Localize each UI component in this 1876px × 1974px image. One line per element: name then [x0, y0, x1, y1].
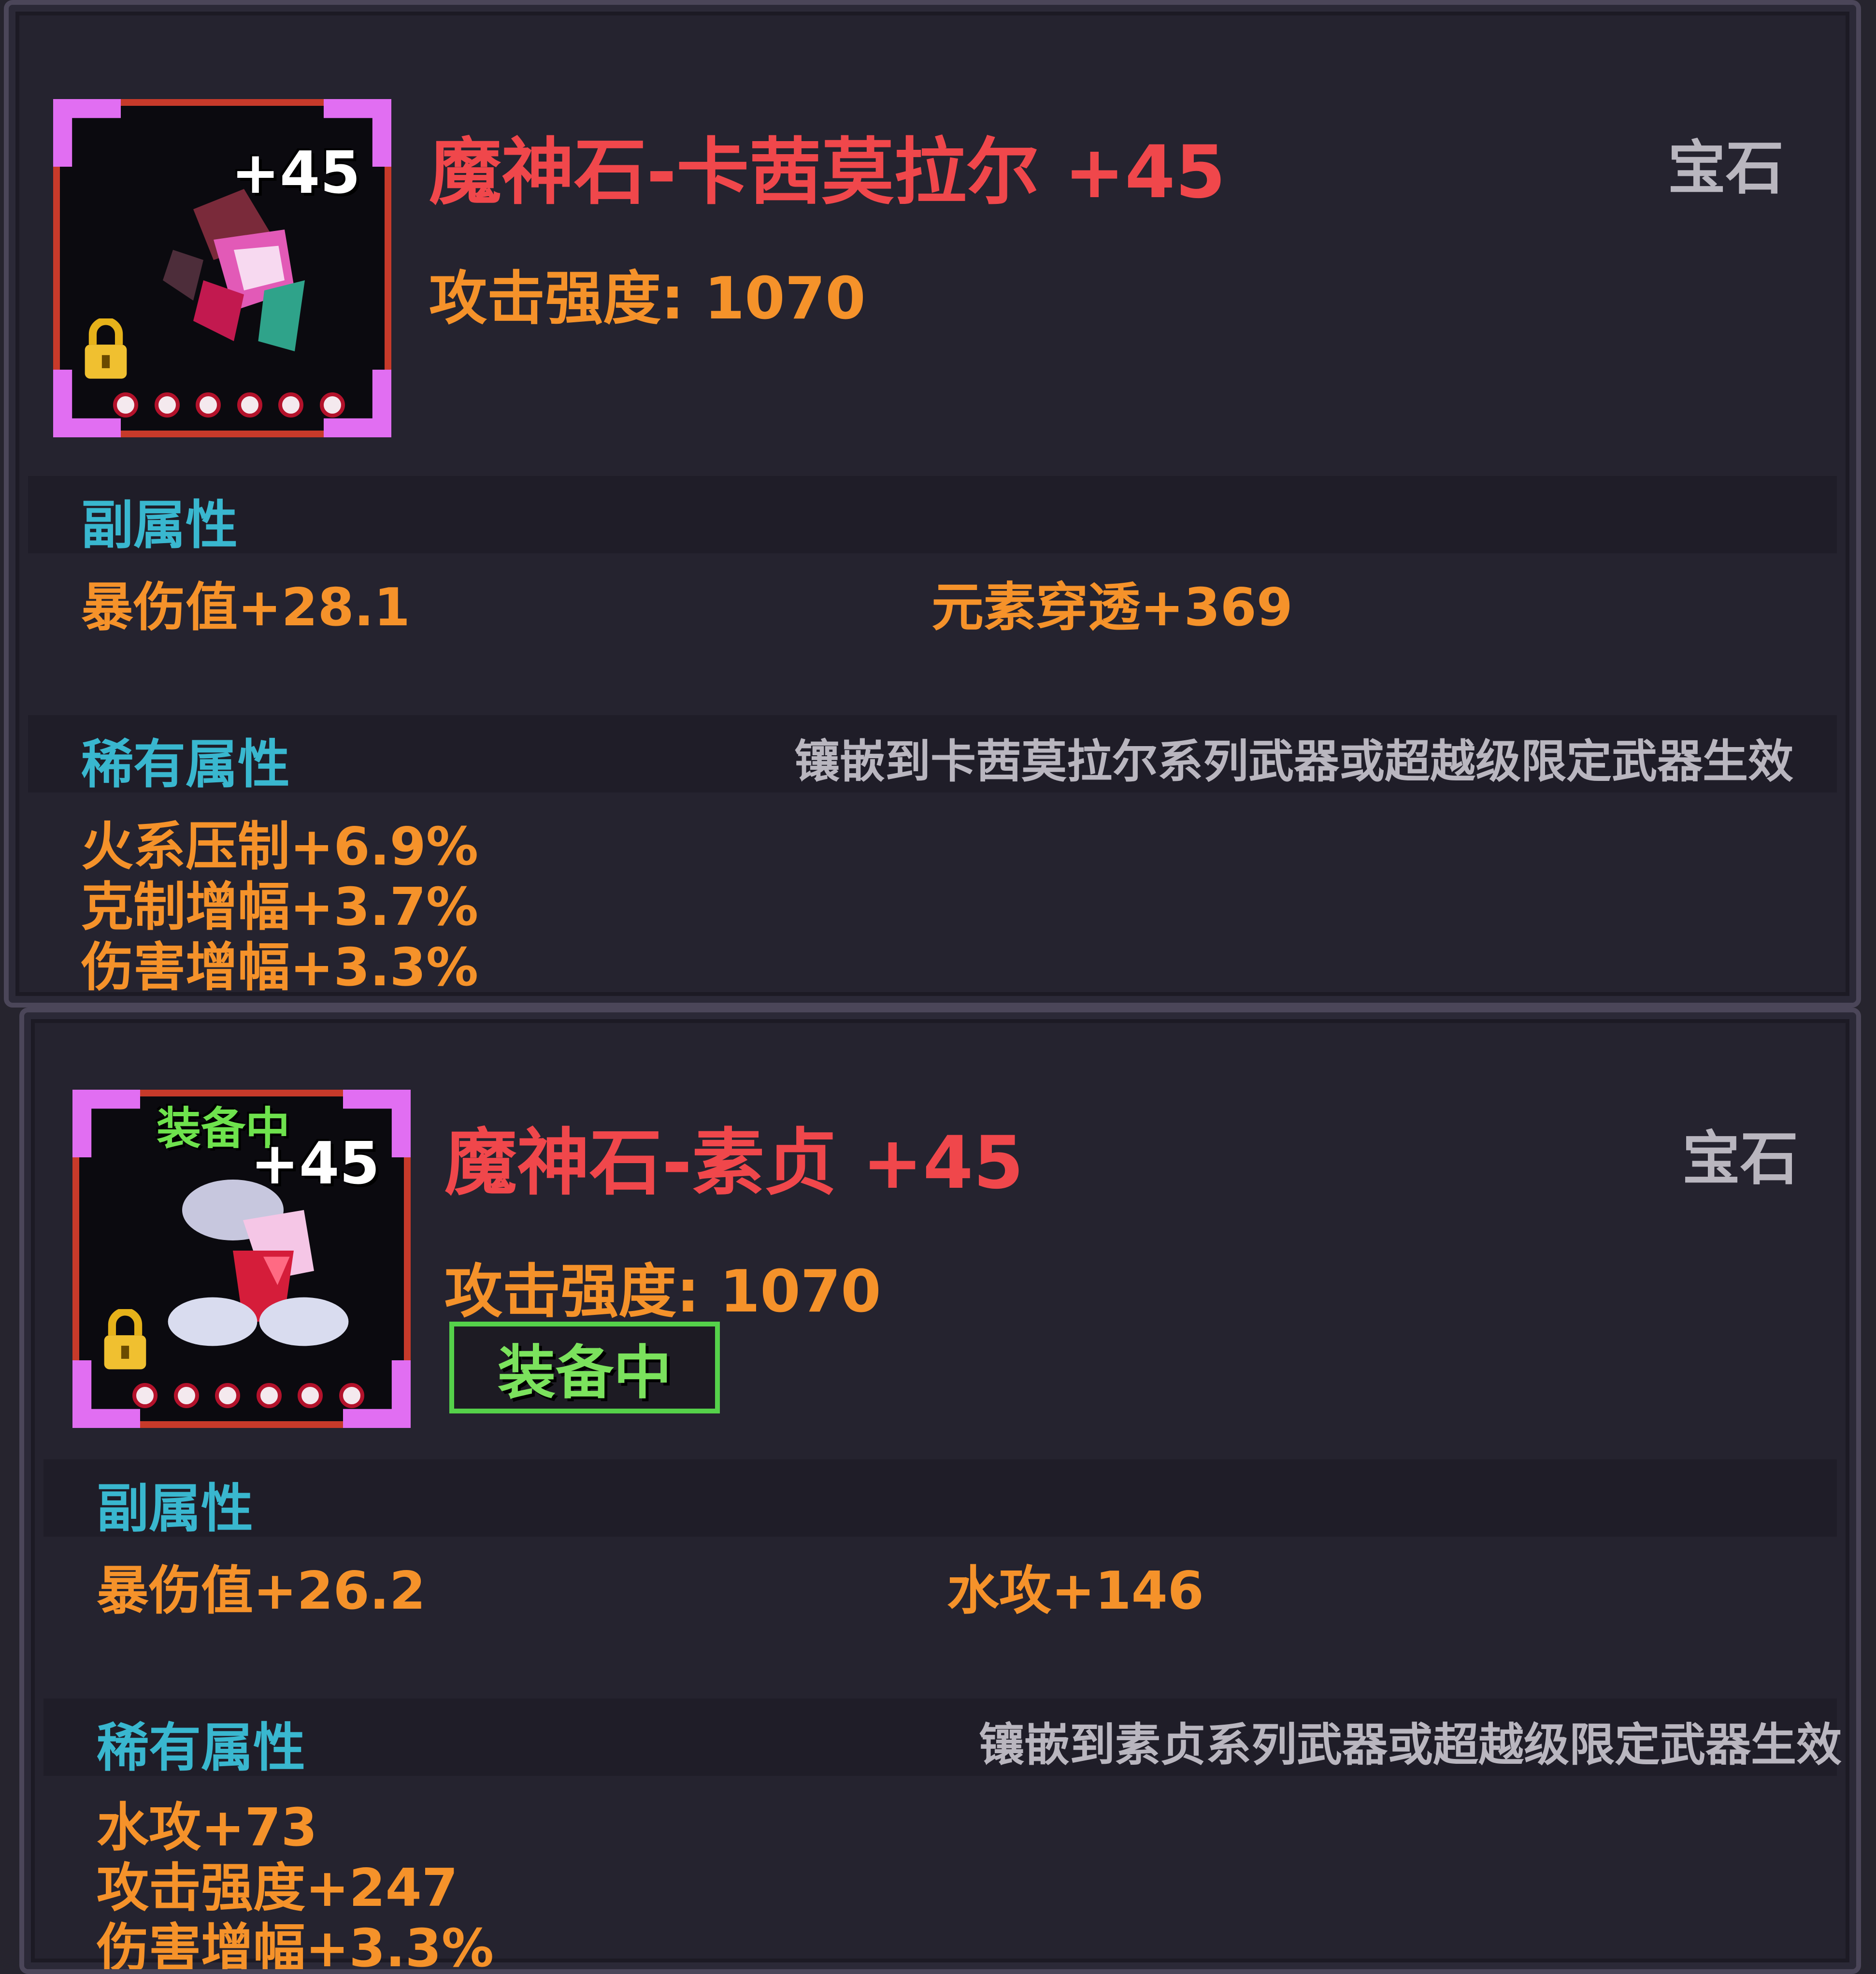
sub-attr-title: 副属性 — [81, 495, 238, 556]
lock-icon[interactable] — [79, 318, 132, 381]
rare-attr-note: 镶嵌到卡茜莫拉尔系列武器或超越级限定武器生效 — [794, 735, 1793, 788]
rare-attr: 伤害增幅+3.3% — [97, 1918, 494, 1974]
gem-card-2[interactable]: 装备中 +45 魔神石-素贞 +45 宝石 攻击强度: 1070 装备中 副属性… — [19, 1008, 1861, 1974]
item-name: 魔神石-卡茜莫拉尔 +45 — [429, 130, 1226, 215]
main-stat: 攻击强度: 1070 — [444, 1258, 881, 1326]
rare-attr-title: 稀有属性 — [81, 735, 290, 795]
star-rating — [113, 388, 345, 422]
level-badge: +45 — [250, 1130, 380, 1197]
gem-thumbnail[interactable]: 装备中 +45 — [72, 1090, 411, 1428]
rare-attr: 伤害增幅+3.3% — [81, 937, 479, 998]
item-name: 魔神石-素贞 +45 — [444, 1121, 1024, 1205]
sub-attr-title: 副属性 — [97, 1479, 254, 1539]
equipped-badge: 装备中 — [449, 1322, 720, 1413]
gem-thumbnail[interactable]: +45 — [53, 99, 391, 437]
star-icon — [132, 1383, 158, 1408]
item-category: 宝石 — [1682, 1125, 1798, 1193]
rare-attr-title: 稀有属性 — [97, 1718, 306, 1778]
sub-attr: 暴伤值+26.2 — [97, 1561, 426, 1621]
level-badge: +45 — [231, 140, 360, 207]
star-rating — [132, 1379, 364, 1412]
star-icon — [196, 392, 221, 418]
item-category: 宝石 — [1668, 135, 1784, 202]
sub-attr: 元素穿透+369 — [931, 577, 1293, 638]
main-stat: 攻击强度: 1070 — [429, 265, 866, 332]
sub-attr: 水攻+146 — [947, 1561, 1204, 1621]
star-icon — [339, 1383, 364, 1408]
sub-attr: 暴伤值+28.1 — [81, 577, 410, 638]
star-icon — [298, 1383, 323, 1408]
gem-card-1[interactable]: +45 魔神石-卡茜莫拉尔 +45 宝石 攻击强度: 1070 副属性 暴伤值+… — [4, 0, 1861, 1008]
equipped-label: 装备中 — [498, 1340, 672, 1407]
star-icon — [278, 392, 304, 418]
sub-attr-header — [43, 1459, 1837, 1537]
lock-icon[interactable] — [99, 1309, 152, 1372]
sub-attr-header — [28, 476, 1837, 553]
star-icon — [113, 392, 138, 418]
star-icon — [215, 1383, 241, 1408]
star-icon — [154, 392, 180, 418]
star-icon — [173, 1383, 199, 1408]
star-icon — [319, 392, 345, 418]
rare-attr-note: 镶嵌到素贞系列武器或超越级限定武器生效 — [978, 1719, 1842, 1772]
star-icon — [237, 392, 262, 418]
star-icon — [256, 1383, 282, 1408]
